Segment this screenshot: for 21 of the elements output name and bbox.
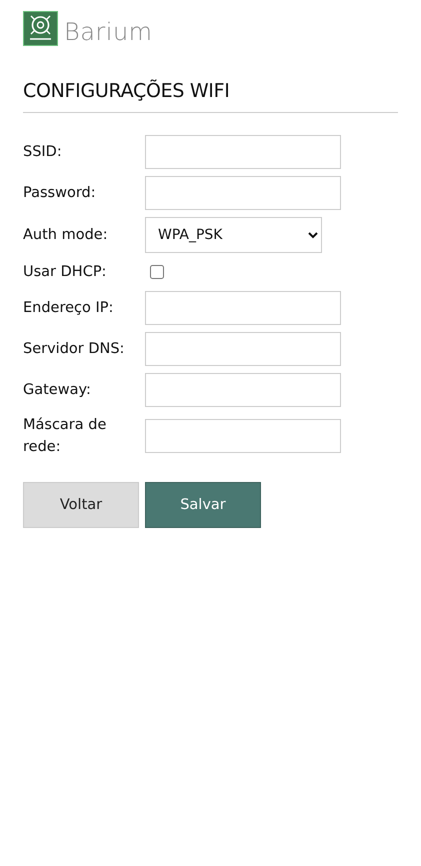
logo-icon [23,10,58,46]
text-field[interactable] [145,176,341,210]
text-field[interactable] [145,291,341,325]
text-field[interactable] [145,419,341,453]
page-title: CONFIGURAÇÕES WIFI [23,80,398,113]
field-label: Servidor DNS: [23,340,126,359]
field-label: Auth mode: [23,226,109,245]
save-button[interactable]: Salvar [145,482,261,528]
auth-mode-dropdown[interactable]: WPA_PSK [145,217,322,253]
field-label: SSID: [23,143,63,162]
text-field[interactable] [145,373,341,407]
brand-name: Barium [64,17,153,46]
text-field[interactable] [145,135,341,169]
dhcp-checkbox[interactable] [150,265,164,279]
field-label: Endereço IP: [23,299,114,318]
field-label: Password: [23,184,97,203]
field-label: Usar DHCP: [23,263,108,282]
back-button[interactable]: Voltar [23,482,139,528]
field-label: Máscara de rede: [23,416,108,457]
field-label: Gateway: [23,381,92,400]
text-field[interactable] [145,332,341,366]
